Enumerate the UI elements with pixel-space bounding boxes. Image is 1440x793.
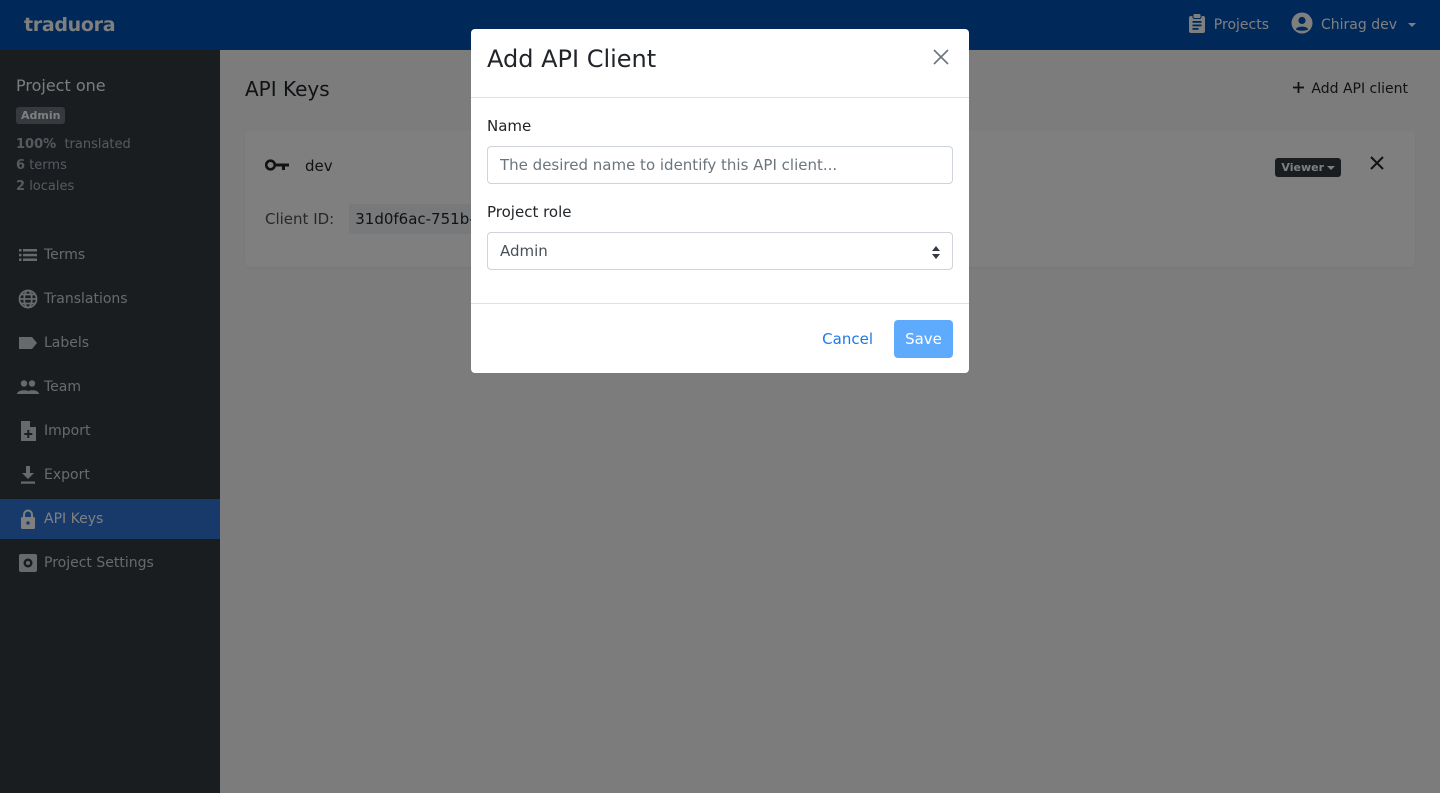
name-input[interactable]: [487, 146, 953, 184]
modal-close-button[interactable]: [933, 49, 949, 65]
modal-header: Add API Client: [471, 29, 969, 98]
modal-body: Name Project role Admin: [471, 98, 969, 303]
cancel-button[interactable]: Cancel: [822, 330, 873, 348]
modal-footer: Cancel Save: [471, 303, 969, 373]
add-api-client-modal: Add API Client Name Project role Admin C…: [471, 29, 969, 373]
save-button[interactable]: Save: [894, 320, 953, 358]
project-role-value: Admin: [500, 242, 548, 260]
name-label: Name: [487, 117, 532, 135]
modal-title: Add API Client: [487, 45, 657, 73]
project-role-label: Project role: [487, 203, 572, 221]
close-icon: [933, 49, 949, 65]
select-arrows-icon: [932, 245, 940, 259]
project-role-select[interactable]: Admin: [487, 232, 953, 270]
